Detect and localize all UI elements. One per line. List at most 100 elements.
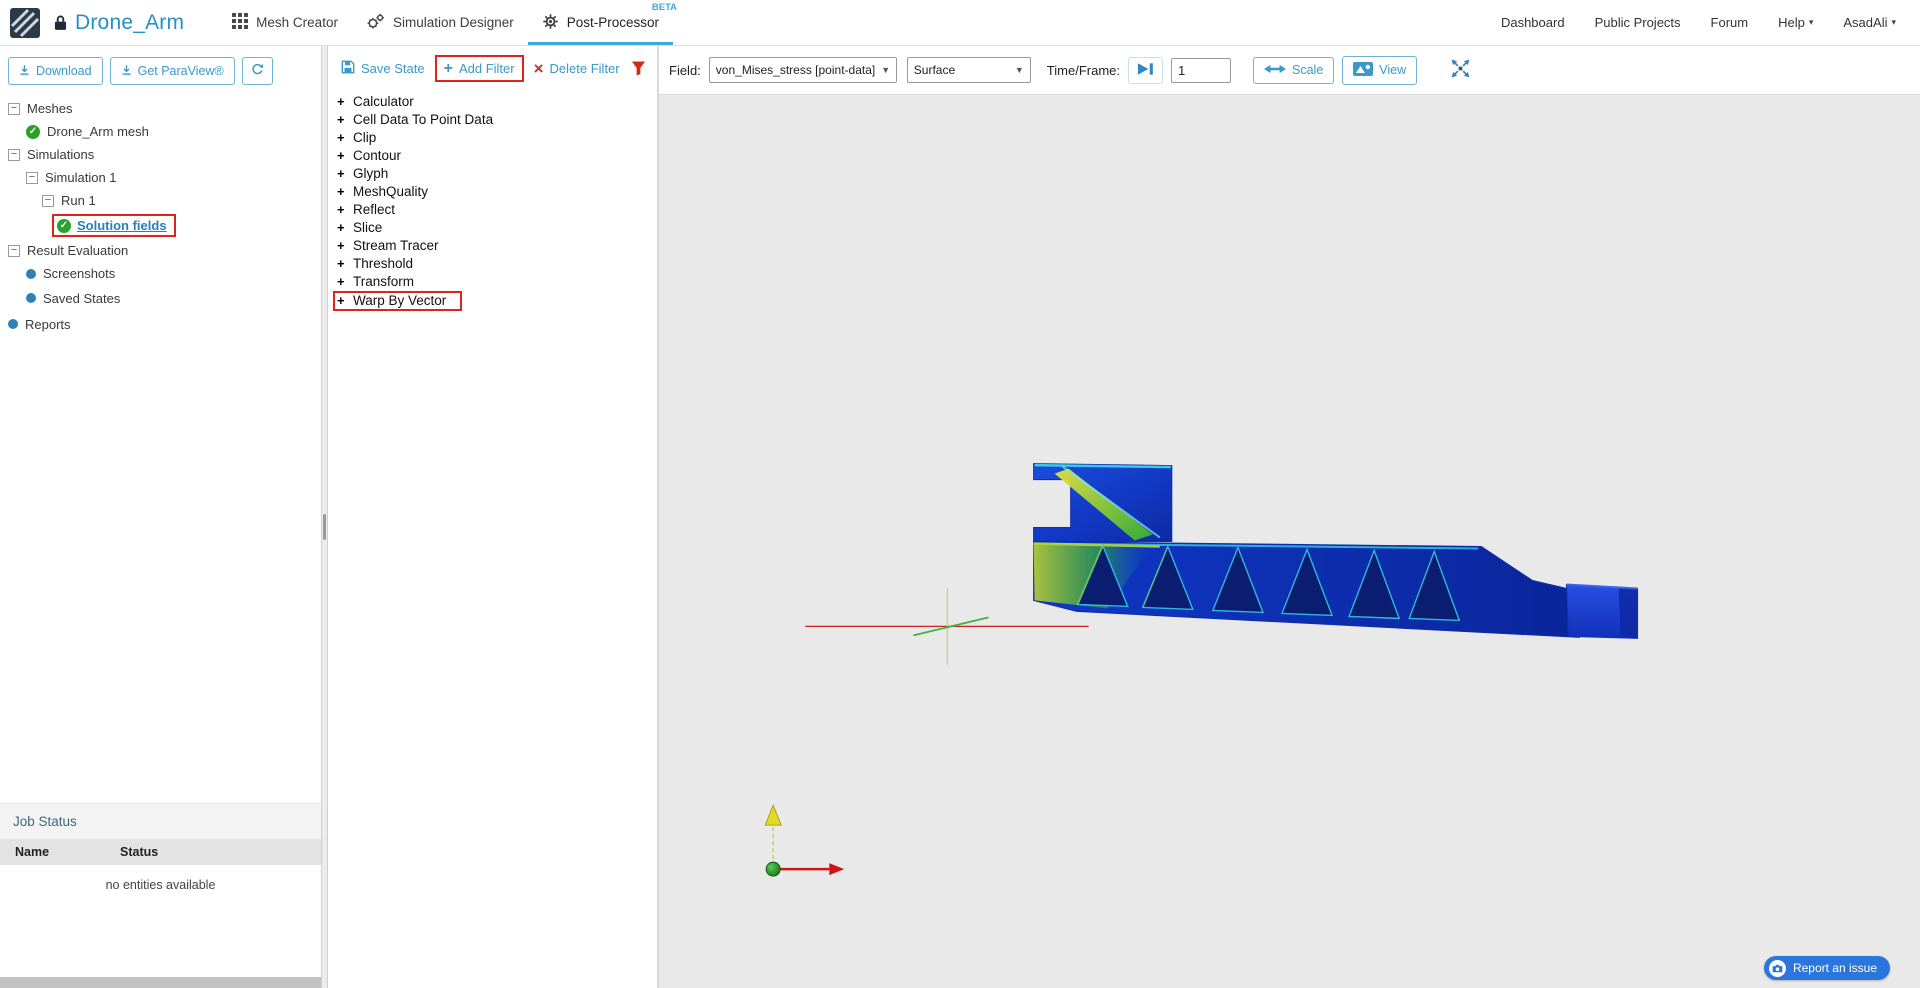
filter-label: Glyph bbox=[353, 165, 389, 181]
delete-filter-label: Delete Filter bbox=[549, 61, 620, 76]
highlight-box-solution-fields: ✓ Solution fields bbox=[52, 214, 176, 237]
column-header-status: Status bbox=[120, 845, 159, 859]
collapse-icon[interactable]: − bbox=[8, 148, 20, 161]
filter-label: Contour bbox=[353, 147, 402, 163]
time-frame-input[interactable] bbox=[1171, 57, 1231, 83]
dot-icon bbox=[26, 268, 36, 279]
filter-item-cell-data-to-point-data[interactable]: + Cell Data To Point Data bbox=[337, 110, 657, 128]
panel-resize-gutter[interactable] bbox=[321, 46, 328, 988]
get-paraview-button[interactable]: Get ParaView® bbox=[109, 57, 235, 85]
check-icon: ✓ bbox=[57, 218, 71, 233]
tree-item-solution-fields: ✓ Solution fields bbox=[0, 212, 321, 239]
tree-item-simulation-1[interactable]: − Simulation 1 bbox=[0, 166, 321, 189]
filter-item-warp-by-vector[interactable]: + Warp By Vector bbox=[333, 290, 657, 312]
horizontal-scrollbar[interactable] bbox=[0, 977, 321, 988]
resize-handle[interactable] bbox=[323, 514, 326, 540]
tab-mesh-creator[interactable]: Mesh Creator bbox=[218, 0, 352, 45]
tree-item-reports[interactable]: Reports bbox=[0, 311, 321, 337]
gear-icon bbox=[542, 13, 559, 33]
plus-icon: + bbox=[337, 219, 345, 235]
check-icon: ✓ bbox=[26, 124, 40, 139]
filter-label: Slice bbox=[353, 219, 383, 235]
filter-list: + Calculator + Cell Data To Point Data + Cl… bbox=[328, 92, 657, 312]
representation-select[interactable]: Surface ▼ bbox=[906, 57, 1031, 83]
lock-icon bbox=[54, 14, 67, 31]
collapse-icon[interactable]: − bbox=[26, 171, 38, 184]
save-state-button[interactable]: Save State bbox=[334, 56, 432, 81]
filter-item-threshold[interactable]: + Threshold bbox=[337, 254, 657, 272]
collapse-icon[interactable]: − bbox=[42, 194, 54, 207]
tab-post-processor[interactable]: Post-Processor BETA bbox=[528, 0, 677, 45]
scale-arrows-icon bbox=[1264, 63, 1286, 78]
plus-icon: + bbox=[337, 255, 345, 271]
collapse-icon[interactable]: − bbox=[8, 244, 20, 257]
filter-panel: Save State + Add Filter × Delete Filter bbox=[328, 46, 659, 988]
collapse-icon[interactable]: − bbox=[8, 102, 20, 115]
tree-label: Saved States bbox=[43, 290, 121, 306]
refresh-icon bbox=[251, 63, 264, 79]
download-button[interactable]: Download bbox=[8, 57, 103, 85]
filter-label: Transform bbox=[353, 273, 415, 289]
tree-label: Run 1 bbox=[61, 193, 96, 208]
column-header-name: Name bbox=[15, 845, 50, 859]
nav-menu-user[interactable]: AsadAli ▾ bbox=[1843, 15, 1896, 30]
grid-icon bbox=[232, 13, 249, 32]
project-tree-panel: Download Get ParaView® − Meshes ✓ Drone_… bbox=[0, 46, 321, 988]
tree-item-saved-states[interactable]: Saved States bbox=[0, 285, 321, 311]
fit-view-button[interactable] bbox=[1443, 57, 1478, 84]
tree-label: Result Evaluation bbox=[27, 243, 129, 258]
filter-label: Threshold bbox=[353, 255, 414, 271]
delete-filter-button[interactable]: × Delete Filter bbox=[527, 57, 627, 80]
filter-item-stream-tracer[interactable]: + Stream Tracer bbox=[337, 236, 657, 254]
nav-link-public-projects[interactable]: Public Projects bbox=[1595, 15, 1681, 30]
tree-item-result-evaluation[interactable]: − Result Evaluation bbox=[0, 239, 321, 262]
plus-icon: + bbox=[337, 237, 345, 253]
nav-link-dashboard[interactable]: Dashboard bbox=[1501, 15, 1565, 30]
field-select[interactable]: von_Mises_stress [point-data] ▼ bbox=[708, 57, 897, 83]
report-issue-button[interactable]: Report an issue bbox=[1763, 956, 1890, 980]
job-status-header: Name Status bbox=[0, 839, 321, 865]
plus-icon: + bbox=[337, 273, 345, 289]
dot-icon bbox=[8, 319, 18, 329]
tree-item-drone-arm-mesh[interactable]: ✓ Drone_Arm mesh bbox=[0, 120, 321, 143]
nav-menu-help[interactable]: Help ▾ bbox=[1778, 15, 1813, 30]
tree-item-simulations[interactable]: − Simulations bbox=[0, 143, 321, 166]
dropdown-arrow-icon: ▼ bbox=[881, 65, 891, 75]
solution-fields-link[interactable]: Solution fields bbox=[77, 218, 167, 233]
download-icon bbox=[121, 64, 132, 79]
time-frame-label: Time/Frame: bbox=[1046, 62, 1120, 78]
add-filter-label: Add Filter bbox=[458, 61, 515, 76]
job-status-title: Job Status bbox=[0, 804, 321, 839]
filter-item-transform[interactable]: + Transform bbox=[337, 272, 657, 290]
play-step-button[interactable] bbox=[1128, 56, 1163, 84]
nav-link-forum[interactable]: Forum bbox=[1711, 15, 1749, 30]
3d-viewport[interactable]: Report an issue bbox=[659, 95, 1920, 988]
tree-item-run-1[interactable]: − Run 1 bbox=[0, 189, 321, 212]
filter-item-glyph[interactable]: + Glyph bbox=[337, 164, 657, 182]
paraview-label: Get ParaView® bbox=[137, 64, 224, 78]
add-filter-button[interactable]: + Add Filter bbox=[437, 57, 522, 80]
filter-status-icon[interactable] bbox=[631, 60, 646, 77]
tab-label: Mesh Creator bbox=[256, 15, 338, 30]
fit-view-icon bbox=[1450, 58, 1471, 82]
model-drone-arm bbox=[1033, 463, 1639, 639]
tree-item-screenshots[interactable]: Screenshots bbox=[0, 262, 321, 285]
filter-item-meshquality[interactable]: + MeshQuality bbox=[337, 182, 657, 200]
field-label: Field: bbox=[669, 62, 701, 78]
plus-icon: + bbox=[337, 93, 345, 109]
tab-simulation-designer[interactable]: Simulation Designer bbox=[352, 0, 528, 45]
filter-item-calculator[interactable]: + Calculator bbox=[337, 92, 657, 110]
app-window: Drone_Arm Mesh Creator Simulation Design… bbox=[0, 0, 1920, 988]
filter-item-contour[interactable]: + Contour bbox=[337, 146, 657, 164]
view-label: View bbox=[1379, 63, 1407, 77]
filter-item-reflect[interactable]: + Reflect bbox=[337, 200, 657, 218]
tree-label: Simulations bbox=[27, 147, 95, 162]
tree-item-meshes[interactable]: − Meshes bbox=[0, 97, 321, 120]
refresh-button[interactable] bbox=[241, 57, 273, 85]
filter-item-slice[interactable]: + Slice bbox=[337, 218, 657, 236]
scale-button[interactable]: Scale bbox=[1253, 56, 1335, 84]
filter-item-clip[interactable]: + Clip bbox=[337, 128, 657, 146]
axis-triad bbox=[764, 803, 845, 877]
view-button[interactable]: View bbox=[1342, 55, 1418, 85]
save-icon bbox=[341, 60, 355, 77]
